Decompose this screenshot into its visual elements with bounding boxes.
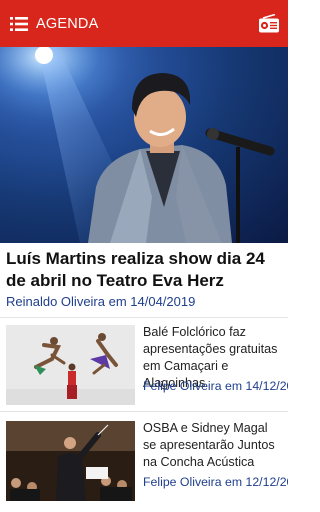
featured-image[interactable] <box>0 47 288 243</box>
article-byline: Felipe Oliveira em 14/12/2018 <box>143 379 288 393</box>
list-item[interactable]: Balé Folclórico faz apresentações gratui… <box>0 325 288 407</box>
divider <box>0 317 288 318</box>
divider <box>0 411 288 412</box>
article-thumbnail <box>6 421 135 501</box>
page-title: AGENDA <box>36 15 99 32</box>
app-bar: AGENDA <box>0 0 288 47</box>
singer-portrait-image <box>0 47 288 243</box>
orchestra-conductor-image <box>6 421 135 501</box>
hamburger-menu-icon <box>10 16 28 31</box>
list-item[interactable]: OSBA e Sidney Magal se apresentarão Junt… <box>0 421 288 503</box>
dancers-image <box>6 325 135 405</box>
radio-button[interactable] <box>256 11 282 35</box>
article-byline: Felipe Oliveira em 12/12/2018 <box>143 475 288 489</box>
article-thumbnail <box>6 325 135 405</box>
article-title: OSBA e Sidney Magal se apresentarão Junt… <box>143 421 275 469</box>
menu-button[interactable] <box>2 0 36 47</box>
featured-headline[interactable]: Luís Martins realiza show dia 24 de abri… <box>6 248 282 292</box>
radio-icon <box>259 13 279 32</box>
featured-byline: Reinaldo Oliveira em 14/04/2019 <box>6 294 196 309</box>
